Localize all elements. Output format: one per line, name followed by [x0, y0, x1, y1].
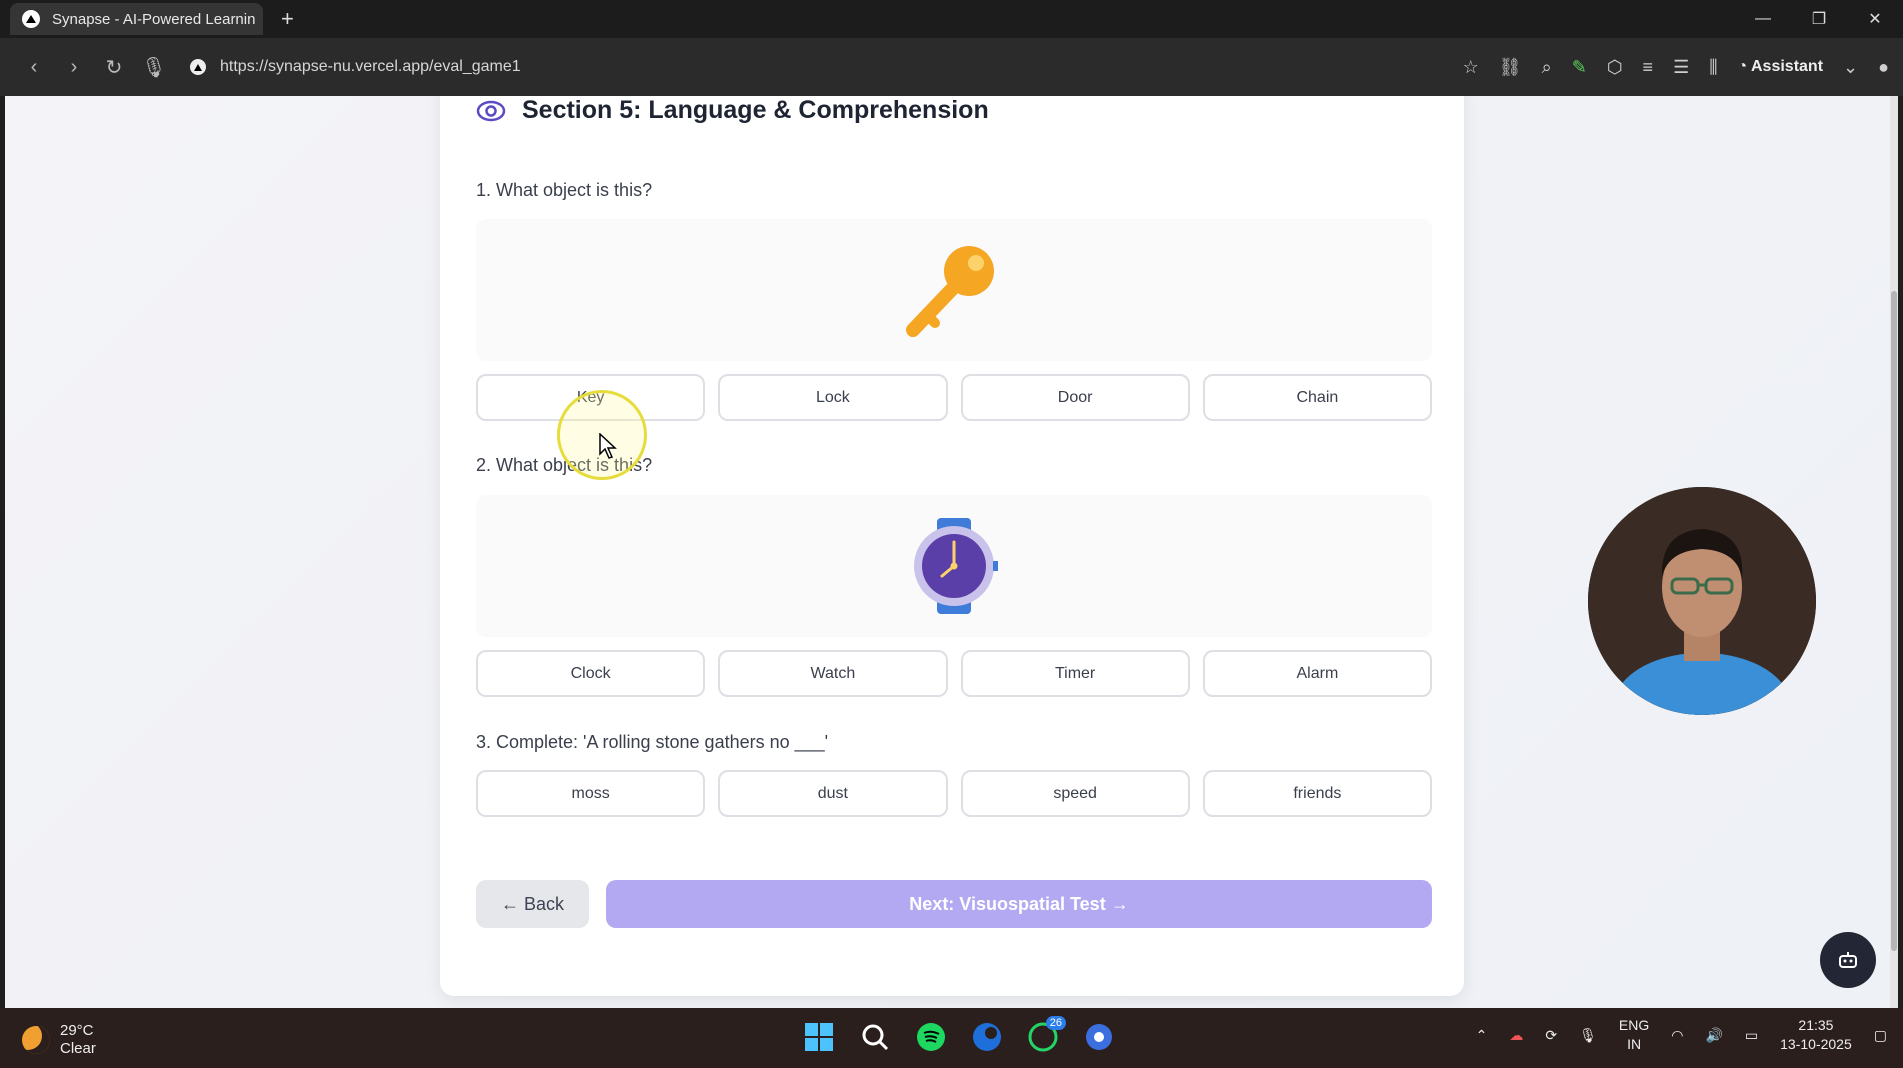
chatbot-button[interactable]: [1820, 932, 1876, 988]
option-chain[interactable]: Chain: [1202, 374, 1432, 421]
question-2-image: [476, 495, 1432, 637]
assistant-button[interactable]: ◔ Assistant: [1737, 58, 1823, 76]
clock-date: 13-10-2025: [1780, 1036, 1852, 1052]
question-2-options: Clock Watch Timer Alarm: [476, 650, 1432, 697]
browser-toolbar: ‹ › ↻ 🎙 https://synapse-nu.vercel.app/ev…: [0, 38, 1903, 96]
clock-time: 21:35: [1798, 1017, 1834, 1033]
question-1-image: [476, 219, 1432, 361]
battery-icon[interactable]: ▭: [1745, 1027, 1758, 1044]
weather-widget[interactable]: 29°C Clear: [22, 1022, 96, 1058]
windows-start-icon[interactable]: [800, 1018, 838, 1056]
microphone-tray-icon[interactable]: 🎙: [1579, 1027, 1597, 1044]
webcam-overlay: [1588, 487, 1816, 715]
microphone-icon[interactable]: 🎙: [134, 55, 174, 80]
share-link-icon[interactable]: ⛓: [1499, 57, 1522, 78]
scrollbar-thumb[interactable]: [1891, 291, 1897, 951]
forward-nav-icon[interactable]: ›: [54, 56, 94, 79]
page-scrollbar[interactable]: [1890, 96, 1898, 1008]
browser-app-icon[interactable]: [968, 1018, 1006, 1056]
back-nav-icon[interactable]: ‹: [14, 56, 54, 79]
site-info-icon[interactable]: [190, 59, 206, 75]
watch-icon: [914, 518, 998, 614]
notifications-icon[interactable]: ▢: [1874, 1027, 1887, 1044]
taskbar-apps: 26: [800, 1016, 1118, 1056]
assistant-label: Assistant: [1751, 58, 1824, 75]
browser-tab-bar: Synapse - AI-Powered Learnin + — ❐ ✕: [0, 0, 1903, 38]
section-title: Section 5: Language & Comprehension: [522, 96, 989, 124]
menu-lines-icon[interactable]: ☰: [1673, 57, 1689, 78]
assistant-icon: ◔: [1737, 58, 1751, 75]
lang-region: IN: [1627, 1036, 1642, 1052]
cloud-sync-icon[interactable]: ☁: [1509, 1027, 1523, 1044]
search-icon[interactable]: [856, 1018, 894, 1056]
eye-icon: [476, 100, 506, 121]
window-controls: — ❐ ✕: [1735, 0, 1903, 38]
browser-tab[interactable]: Synapse - AI-Powered Learnin: [10, 3, 263, 35]
extensions-icon[interactable]: ⬡: [1607, 57, 1623, 78]
option-timer[interactable]: Timer: [960, 650, 1190, 697]
system-tray: ⌃ ☁ ⟳ 🎙 ENG IN ◠ 🔊 ▭ 21:35 13-10-2025 ▢: [1476, 1016, 1887, 1054]
lang-code: ENG: [1618, 1017, 1650, 1033]
system-clock[interactable]: 21:35 13-10-2025: [1780, 1016, 1852, 1054]
option-watch[interactable]: Watch: [718, 650, 948, 697]
quiz-card: Section 5: Language & Comprehension 1. W…: [440, 96, 1464, 996]
reading-list-icon[interactable]: ≡: [1643, 57, 1654, 78]
profile-icon[interactable]: ●: [1878, 57, 1889, 78]
chevron-up-icon[interactable]: ⌃: [1476, 1027, 1488, 1044]
option-friends[interactable]: friends: [1202, 770, 1432, 817]
question-3-options: moss dust speed friends: [476, 770, 1432, 817]
sync-icon[interactable]: ⟳: [1545, 1027, 1557, 1044]
option-dust[interactable]: dust: [718, 770, 948, 817]
chevron-down-icon[interactable]: ⌄: [1843, 57, 1858, 78]
wifi-icon[interactable]: ◠: [1671, 1027, 1683, 1044]
next-button[interactable]: Next: Visuospatial Test →: [606, 880, 1432, 928]
bookmark-star-icon[interactable]: ☆: [1463, 57, 1479, 78]
url-text: https://synapse-nu.vercel.app/eval_game1: [220, 58, 521, 75]
pen-extension-icon[interactable]: ✎: [1572, 57, 1587, 78]
page-viewport: Section 5: Language & Comprehension 1. W…: [5, 96, 1898, 1008]
toolbar-actions: ☆ ⛓ ⌕ ✎ ⬡ ≡ ☰ ⫼ ◔ Assistant ⌄ ●: [1463, 38, 1889, 96]
option-door[interactable]: Door: [960, 374, 1190, 421]
whatsapp-icon[interactable]: 26: [1024, 1016, 1066, 1056]
minimize-icon[interactable]: —: [1735, 10, 1791, 28]
restore-icon[interactable]: ❐: [1791, 9, 1847, 29]
close-icon[interactable]: ✕: [1847, 9, 1903, 29]
chrome-icon[interactable]: [1080, 1018, 1118, 1056]
audio-wave-icon[interactable]: ⫼: [1709, 57, 1717, 78]
section-heading: Section 5: Language & Comprehension: [476, 96, 989, 125]
option-clock[interactable]: Clock: [476, 650, 706, 697]
weather-condition: Clear: [60, 1040, 96, 1057]
volume-icon[interactable]: 🔊: [1705, 1027, 1722, 1044]
temperature: 29°C: [60, 1022, 94, 1039]
tab-title: Synapse - AI-Powered Learnin: [52, 10, 256, 28]
back-button[interactable]: ← Back: [476, 880, 589, 928]
key-icon: [906, 246, 994, 337]
option-moss[interactable]: moss: [476, 770, 706, 817]
site-favicon-icon: [22, 10, 40, 28]
question-3-label: 3. Complete: 'A rolling stone gathers no…: [476, 732, 829, 752]
reload-icon[interactable]: ↻: [94, 55, 134, 80]
robot-icon: [1839, 952, 1857, 968]
option-alarm[interactable]: Alarm: [1202, 650, 1432, 697]
person-video-icon: [1588, 487, 1816, 715]
option-lock[interactable]: Lock: [718, 374, 948, 421]
os-taskbar: 29°C Clear 26 ⌃ ☁ ⟳ 🎙 ENG IN ◠ 🔊 ▭ 21:35…: [0, 1008, 1903, 1068]
spotify-icon[interactable]: [912, 1018, 950, 1056]
question-1-label: 1. What object is this?: [476, 180, 653, 200]
language-indicator[interactable]: ENG IN: [1619, 1016, 1649, 1054]
address-bar[interactable]: https://synapse-nu.vercel.app/eval_game1: [190, 58, 521, 76]
moon-icon: [22, 1026, 50, 1054]
whatsapp-badge: 26: [1045, 1016, 1066, 1030]
lens-search-icon[interactable]: ⌕: [1542, 57, 1552, 78]
option-speed[interactable]: speed: [960, 770, 1190, 817]
new-tab-icon[interactable]: +: [281, 6, 294, 32]
mouse-pointer-icon: [599, 433, 617, 459]
